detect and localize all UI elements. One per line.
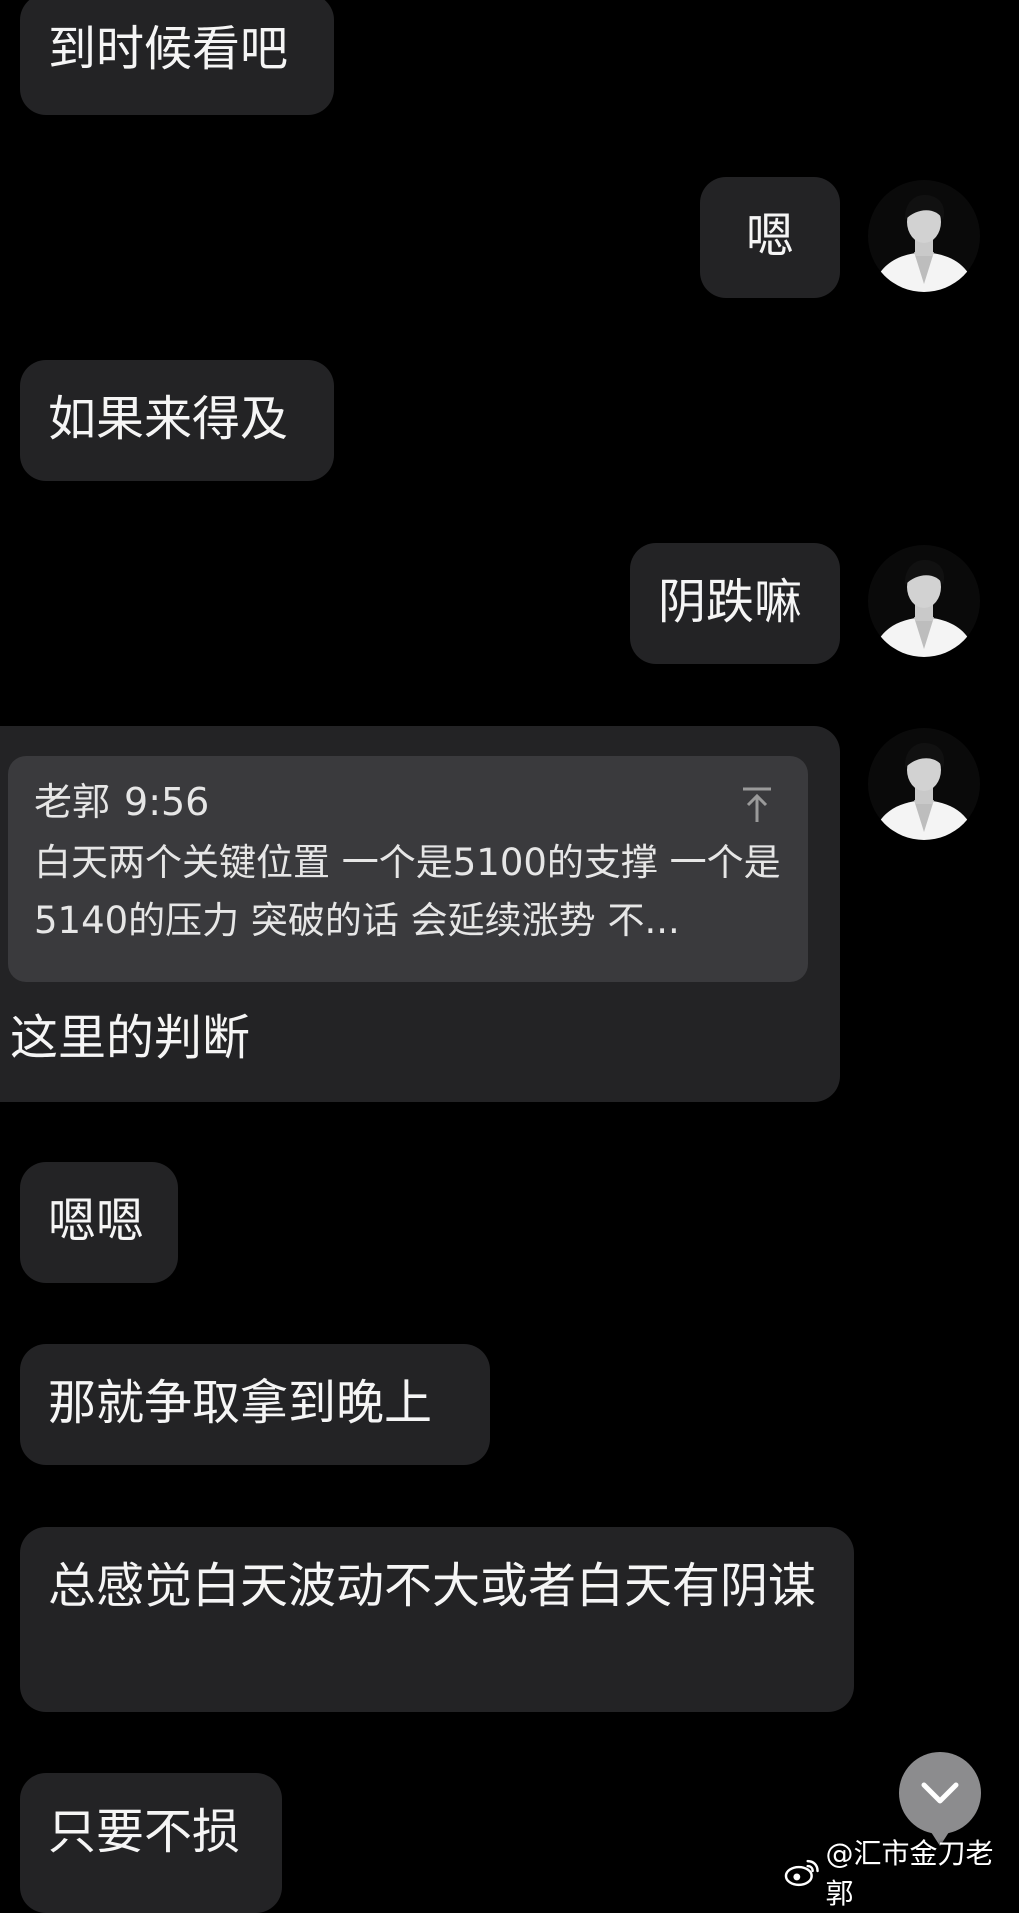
message-text: 如果来得及 xyxy=(48,391,289,447)
message-text: 阴跌嘛 xyxy=(658,574,803,630)
message-bubble-left[interactable]: 只要不损 xyxy=(20,1773,282,1913)
avatar-image xyxy=(868,545,980,657)
message-bubble-quote-reply[interactable]: 老郭 9:56 白天两个关键位置 一个是5100的支撑 一个是5140的压力 突… xyxy=(0,726,840,1102)
quoted-message-text: 白天两个关键位置 一个是5100的支撑 一个是5140的压力 突破的话 会延续涨… xyxy=(34,841,781,942)
avatar[interactable] xyxy=(868,545,980,657)
avatar[interactable] xyxy=(868,728,980,840)
avatar-image xyxy=(868,728,980,840)
chevron-down-icon xyxy=(921,1782,959,1804)
quoted-author: 老郭 xyxy=(34,780,111,824)
message-text: 到时候看吧 xyxy=(48,21,289,77)
avatar-image xyxy=(868,180,980,292)
message-bubble-right[interactable]: 阴跌嘛 xyxy=(630,543,840,664)
quoted-message-header: 老郭 9:56 xyxy=(34,778,782,826)
message-bubble-left[interactable]: 嗯嗯 xyxy=(20,1162,178,1283)
message-text: 这里的判断 xyxy=(10,1010,251,1066)
message-bubble-left[interactable]: 总感觉白天波动不大或者白天有阴谋 xyxy=(20,1527,854,1712)
quoted-message-card[interactable]: 老郭 9:56 白天两个关键位置 一个是5100的支撑 一个是5140的压力 突… xyxy=(8,756,808,982)
quoted-time: 9:56 xyxy=(124,780,210,824)
message-bubble-right[interactable]: 嗯 xyxy=(700,177,840,298)
avatar[interactable] xyxy=(868,180,980,292)
scroll-to-bottom-button[interactable] xyxy=(899,1752,981,1846)
watermark-text: @汇市金刀老郭 xyxy=(825,1837,994,1910)
message-bubble-left[interactable]: 如果来得及 xyxy=(20,360,334,481)
message-text: 只要不损 xyxy=(48,1804,241,1860)
watermark: @汇市金刀老郭 xyxy=(784,1837,1019,1910)
message-bubble-left[interactable]: 那就争取拿到晚上 xyxy=(20,1344,490,1465)
message-text: 嗯嗯 xyxy=(48,1193,145,1249)
message-text: 嗯 xyxy=(745,208,794,264)
message-bubble-left[interactable]: 到时候看吧 xyxy=(20,0,334,115)
jump-to-message-icon[interactable] xyxy=(740,786,774,824)
message-text: 那就争取拿到晚上 xyxy=(48,1375,433,1431)
message-text: 总感觉白天波动不大或者白天有阴谋 xyxy=(48,1558,817,1614)
weibo-logo-icon xyxy=(784,1859,819,1887)
